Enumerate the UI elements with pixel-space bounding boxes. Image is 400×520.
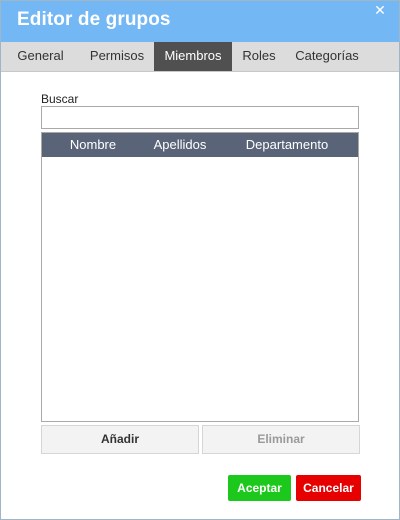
search-label: Buscar: [41, 92, 79, 106]
tab-general[interactable]: General: [1, 42, 80, 71]
tab-roles[interactable]: Roles: [232, 42, 286, 71]
cancel-button[interactable]: Cancelar: [296, 475, 361, 501]
tab-miembros[interactable]: Miembros: [154, 42, 232, 71]
dialog-title: Editor de grupos: [17, 9, 171, 30]
titlebar: Editor de grupos ✕: [1, 1, 399, 42]
close-icon[interactable]: ✕: [373, 3, 387, 17]
table-header: Nombre Apellidos Departamento: [42, 133, 358, 157]
members-table[interactable]: Nombre Apellidos Departamento: [41, 132, 359, 422]
column-header-nombre[interactable]: Nombre: [42, 133, 144, 157]
tab-permisos[interactable]: Permisos: [80, 42, 154, 71]
accept-button[interactable]: Aceptar: [228, 475, 291, 501]
column-header-departamento[interactable]: Departamento: [216, 133, 358, 157]
column-header-apellidos[interactable]: Apellidos: [144, 133, 216, 157]
tab-bar: General Permisos Miembros Roles Categorí…: [1, 42, 399, 72]
tab-categorias[interactable]: Categorías: [286, 42, 368, 71]
search-input[interactable]: [41, 106, 359, 129]
remove-button[interactable]: Eliminar: [202, 425, 360, 454]
add-button[interactable]: Añadir: [41, 425, 199, 454]
group-editor-dialog: Editor de grupos ✕ General Permisos Miem…: [0, 0, 400, 520]
